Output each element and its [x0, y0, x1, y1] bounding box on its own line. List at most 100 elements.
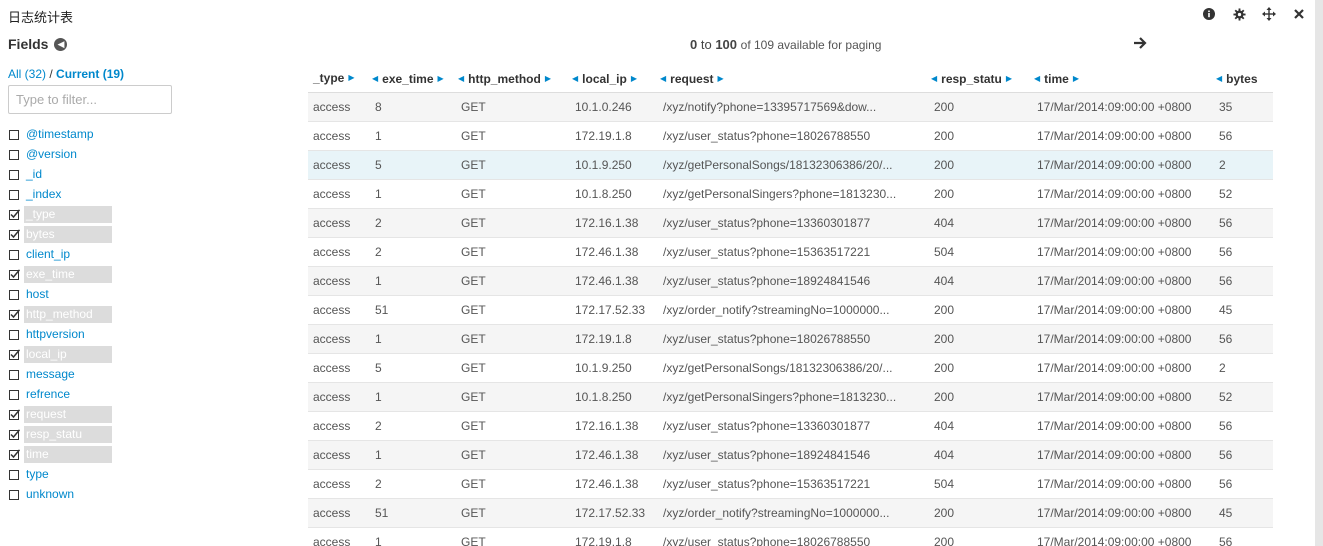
table-row[interactable]: access 5 GET 10.1.9.250/xyz/getPersonalSong…: [308, 149, 1273, 179]
field-name[interactable]: _index: [24, 186, 65, 203]
checkbox-icon[interactable]: [8, 248, 20, 260]
table-row[interactable]: access 2 GET 172.46.1.38/xyz/user_status?ph…: [308, 468, 1273, 498]
field-name[interactable]: local_ip: [24, 345, 112, 363]
move-right-icon[interactable]: ▶: [438, 74, 444, 83]
table-row[interactable]: access 1 GET 172.19.1.8/xyz/user_status?pho…: [308, 323, 1273, 353]
field-name[interactable]: _type: [24, 205, 112, 223]
checkbox-checked-icon[interactable]: [8, 228, 20, 240]
move-left-icon[interactable]: ◀: [660, 74, 666, 83]
column-header[interactable]: ◀ local_ip ▶: [570, 64, 658, 93]
field-name[interactable]: type: [24, 466, 53, 483]
table-row[interactable]: access 1 GET 172.19.1.8/xyz/user_status?pho…: [308, 120, 1273, 150]
table-row[interactable]: access 2 GET 172.16.1.38/xyz/user_status?ph…: [308, 207, 1273, 237]
checkbox-icon[interactable]: [8, 128, 20, 140]
checkbox-checked-icon[interactable]: [8, 408, 20, 420]
move-icon[interactable]: [1261, 6, 1277, 22]
checkbox-icon[interactable]: [8, 388, 20, 400]
table-row[interactable]: access 2 GET 172.16.1.38/xyz/user_status?ph…: [308, 410, 1273, 440]
field-name[interactable]: @timestamp: [24, 126, 98, 143]
field-filter-input[interactable]: [8, 85, 172, 114]
field-name[interactable]: client_ip: [24, 246, 74, 263]
field-item[interactable]: http_method: [8, 304, 178, 324]
checkbox-icon[interactable]: [8, 188, 20, 200]
table-row[interactable]: access 1 GET 172.19.1.8/xyz/user_status?pho…: [308, 526, 1273, 546]
field-name[interactable]: http_method: [24, 305, 112, 323]
field-name[interactable]: message: [24, 366, 79, 383]
field-name[interactable]: bytes: [24, 225, 112, 243]
column-header[interactable]: _type ▶: [308, 64, 370, 93]
field-item[interactable]: unknown: [8, 484, 178, 504]
field-item[interactable]: @timestamp: [8, 124, 178, 144]
checkbox-checked-icon[interactable]: [8, 428, 20, 440]
field-item[interactable]: request: [8, 404, 178, 424]
close-icon[interactable]: [1291, 6, 1307, 22]
field-item[interactable]: exe_time: [8, 264, 178, 284]
column-header[interactable]: ◀ exe_time ▶: [370, 64, 456, 93]
checkbox-checked-icon[interactable]: [8, 208, 20, 220]
table-row[interactable]: access 1 GET 172.46.1.38/xyz/user_status?ph…: [308, 265, 1273, 295]
field-name[interactable]: resp_statu: [24, 425, 112, 443]
table-row[interactable]: access 51 GET 172.17.52.33/xyz/order_notify…: [308, 497, 1273, 527]
field-name[interactable]: time: [24, 445, 112, 463]
field-name[interactable]: _id: [24, 166, 46, 183]
field-name[interactable]: host: [24, 286, 53, 303]
field-item[interactable]: host: [8, 284, 178, 304]
field-item[interactable]: type: [8, 464, 178, 484]
field-item[interactable]: _id: [8, 164, 178, 184]
column-header[interactable]: ◀ resp_statu ▶: [929, 64, 1032, 93]
field-name[interactable]: exe_time: [24, 265, 112, 283]
all-fields-link[interactable]: All (32): [8, 67, 46, 81]
field-item[interactable]: resp_statu: [8, 424, 178, 444]
table-row[interactable]: access 5 GET 10.1.9.250/xyz/getPersonalSong…: [308, 352, 1273, 382]
field-item[interactable]: time: [8, 444, 178, 464]
checkbox-icon[interactable]: [8, 288, 20, 300]
arrow-right-icon[interactable]: [1133, 36, 1149, 52]
column-header[interactable]: ◀ time ▶: [1032, 64, 1214, 93]
checkbox-icon[interactable]: [8, 368, 20, 380]
move-right-icon[interactable]: ▶: [631, 74, 637, 83]
field-item[interactable]: refrence: [8, 384, 178, 404]
field-item[interactable]: httpversion: [8, 324, 178, 344]
field-name[interactable]: httpversion: [24, 326, 89, 343]
field-item[interactable]: client_ip: [8, 244, 178, 264]
column-header[interactable]: ◀ bytes: [1214, 64, 1273, 93]
field-name[interactable]: request: [24, 405, 112, 423]
gear-icon[interactable]: [1231, 6, 1247, 22]
table-row[interactable]: access 51 GET 172.17.52.33/xyz/order_notify…: [308, 294, 1273, 324]
move-right-icon[interactable]: ▶: [1073, 74, 1079, 83]
checkbox-checked-icon[interactable]: [8, 348, 20, 360]
move-right-icon[interactable]: ▶: [1006, 74, 1012, 83]
current-fields-link[interactable]: Current (19): [56, 67, 124, 81]
move-left-icon[interactable]: ◀: [1034, 74, 1040, 83]
checkbox-checked-icon[interactable]: [8, 308, 20, 320]
table-row[interactable]: access 8 GET 10.1.0.246/xyz/notify?phone=13…: [308, 91, 1273, 121]
field-item[interactable]: bytes: [8, 224, 178, 244]
move-left-icon[interactable]: ◀: [458, 74, 464, 83]
move-right-icon[interactable]: ▶: [718, 74, 724, 83]
move-right-icon[interactable]: ▶: [545, 74, 551, 83]
checkbox-checked-icon[interactable]: [8, 268, 20, 280]
column-header[interactable]: ◀ http_method ▶: [456, 64, 570, 93]
field-item[interactable]: @version: [8, 144, 178, 164]
table-row[interactable]: access 1 GET 10.1.8.250/xyz/getPersonalSing…: [308, 381, 1273, 411]
field-item[interactable]: message: [8, 364, 178, 384]
move-left-icon[interactable]: ◀: [931, 74, 937, 83]
info-icon[interactable]: [1201, 6, 1217, 22]
field-item[interactable]: local_ip: [8, 344, 178, 364]
checkbox-checked-icon[interactable]: [8, 448, 20, 460]
move-left-icon[interactable]: ◀: [1216, 74, 1222, 83]
field-name[interactable]: @version: [24, 146, 81, 163]
checkbox-icon[interactable]: [8, 468, 20, 480]
column-header[interactable]: ◀ request ▶: [658, 64, 929, 93]
table-row[interactable]: access 1 GET 172.46.1.38/xyz/user_status?ph…: [308, 439, 1273, 469]
table-row[interactable]: access 2 GET 172.46.1.38/xyz/user_status?ph…: [308, 236, 1273, 266]
table-row[interactable]: access 1 GET 10.1.8.250/xyz/getPersonalSing…: [308, 178, 1273, 208]
checkbox-icon[interactable]: [8, 488, 20, 500]
field-item[interactable]: _index: [8, 184, 178, 204]
checkbox-icon[interactable]: [8, 148, 20, 160]
checkbox-icon[interactable]: [8, 168, 20, 180]
move-right-icon[interactable]: ▶: [348, 73, 354, 82]
field-item[interactable]: _type: [8, 204, 178, 224]
move-left-icon[interactable]: ◀: [572, 74, 578, 83]
checkbox-icon[interactable]: [8, 328, 20, 340]
